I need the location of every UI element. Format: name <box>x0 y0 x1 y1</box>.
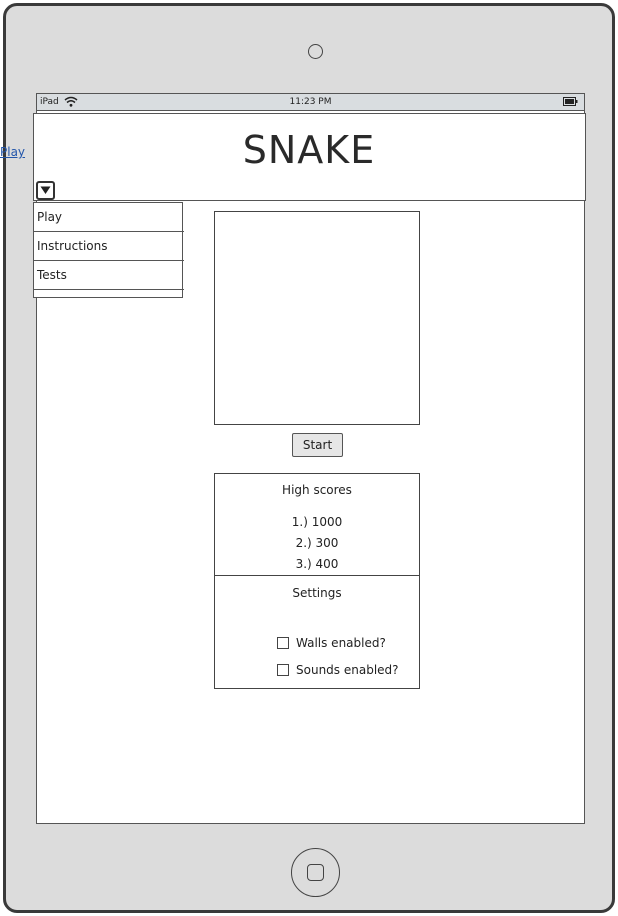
walls-label: Walls enabled? <box>296 636 386 650</box>
triangle-down-icon <box>40 186 51 194</box>
play-link[interactable]: Play <box>0 145 25 159</box>
settings-panel: Settings Walls enabled? Sounds enabled? <box>214 575 420 689</box>
high-scores-panel: High scores 1.) 1000 2.) 300 3.) 400 <box>214 473 420 577</box>
sounds-label: Sounds enabled? <box>296 663 399 677</box>
high-scores-title: High scores <box>282 483 352 497</box>
camera-icon <box>308 44 323 59</box>
page-title: SNAKE <box>242 128 376 172</box>
status-time: 11:23 PM <box>289 97 332 107</box>
menu-item-play[interactable]: Play <box>34 203 184 232</box>
start-button[interactable]: Start <box>292 433 343 457</box>
menu-item-tests[interactable]: Tests <box>34 261 184 290</box>
status-bar: iPad 11:23 PM <box>36 93 585 111</box>
menu-toggle-button[interactable] <box>36 181 55 200</box>
home-button-icon[interactable] <box>291 848 340 897</box>
score-entry: 3.) 400 <box>295 557 339 571</box>
battery-icon <box>563 97 578 109</box>
score-entry: 2.) 300 <box>295 536 339 550</box>
menu-item-instructions[interactable]: Instructions <box>34 232 184 261</box>
dropdown-menu: Play Instructions Tests <box>33 202 184 298</box>
sounds-checkbox[interactable] <box>277 664 289 676</box>
game-canvas[interactable] <box>214 211 420 425</box>
walls-checkbox[interactable] <box>277 637 289 649</box>
score-entry: 1.) 1000 <box>291 515 343 529</box>
settings-title: Settings <box>292 586 342 600</box>
